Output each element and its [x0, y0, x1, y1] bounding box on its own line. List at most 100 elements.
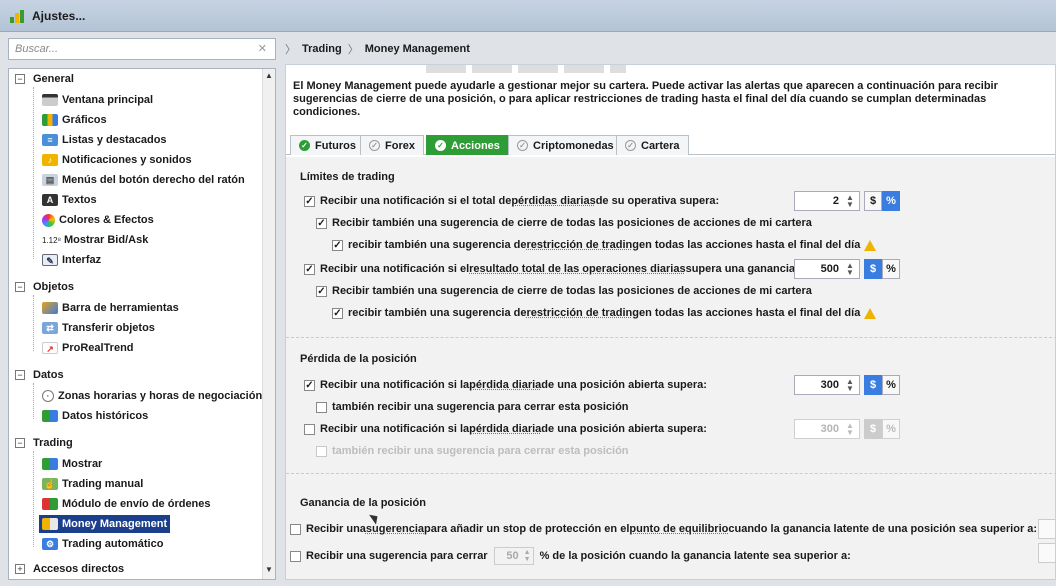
tree-group-trading[interactable]: − Trading	[15, 437, 73, 449]
collapse-icon[interactable]: −	[15, 74, 25, 84]
app-logo-icon	[10, 9, 26, 23]
position-loss-checkbox-2[interactable]	[304, 423, 315, 435]
tree-item-main-window[interactable]: Ventana principal	[39, 91, 156, 109]
position-loss-unit-toggle-2: $%	[864, 419, 900, 439]
tree-item-colors[interactable]: Colores & Efectos	[39, 211, 157, 229]
tree-scrollbar[interactable]: ▲ ▼	[262, 69, 275, 579]
tree-item-bid-ask[interactable]: 1.12⁸ Mostrar Bid/Ask	[39, 231, 151, 249]
check-outline-icon: ✓	[369, 140, 380, 151]
tree-group-objects[interactable]: − Objetos	[15, 281, 74, 293]
daily-gain-close-row: ✓ Recibir también una sugerencia de cierr…	[316, 285, 812, 297]
daily-gain-row: ✓ Recibir una notificación si el resulta…	[304, 263, 815, 275]
unit-dollar-button[interactable]: $	[864, 191, 882, 211]
list-icon: ≡	[42, 134, 58, 146]
tree-item-charts[interactable]: Gráficos	[39, 111, 110, 129]
daily-loss-stepper[interactable]: 2 ▲ ▼	[794, 191, 860, 211]
breadcrumb-trading[interactable]: Trading	[302, 43, 342, 55]
tree-item-manual-trading[interactable]: ☝ Trading manual	[39, 475, 146, 493]
position-loss-close-checkbox[interactable]	[316, 401, 327, 413]
daily-gain-stepper[interactable]: 500 ▲ ▼	[794, 259, 860, 279]
scroll-down-icon[interactable]: ▼	[264, 565, 274, 577]
check-outline-icon: ✓	[517, 140, 528, 151]
position-loss-unit-toggle: $%	[864, 375, 900, 395]
position-loss-checkbox[interactable]: ✓	[304, 379, 315, 391]
breakeven-threshold-input[interactable]	[1038, 519, 1055, 539]
daily-loss-restrict-checkbox[interactable]: ✓	[332, 239, 343, 251]
position-loss-close-row: también recibir una sugerencia para cerr…	[316, 401, 629, 413]
partial-close-threshold-input[interactable]	[1038, 543, 1055, 563]
title-bar: Ajustes...	[0, 0, 1056, 32]
position-loss-stepper-2[interactable]: 300 ▲ ▼	[794, 419, 860, 439]
asset-tabs: ✓ Futuros ✓ Forex ✓ Acciones ✓ Criptomonedas…	[286, 135, 1055, 155]
breakeven-stop-checkbox[interactable]	[290, 523, 301, 535]
partial-close-row: Recibir una sugerencia para cerrar 50 ▲ ▼ …	[290, 547, 851, 565]
daily-loss-checkbox[interactable]: ✓	[304, 195, 315, 207]
section-position-loss: Pérdida de la posición	[300, 353, 417, 365]
tree-item-notifications[interactable]: ♪ Notificaciones y sonidos	[39, 151, 195, 169]
settings-sidebar: Buscar... ✕ ▲ ▼ − General Ventana princip…	[8, 38, 276, 580]
daily-loss-restrict-row: ✓ recibir también una sugerencia de rest…	[332, 239, 877, 251]
partial-close-checkbox[interactable]	[290, 550, 301, 562]
breadcrumb-money-management: Money Management	[364, 43, 470, 55]
daily-loss-close-checkbox[interactable]: ✓	[316, 217, 327, 229]
tab-forex[interactable]: ✓ Forex	[360, 135, 424, 155]
stepper-arrows-icon[interactable]: ▲ ▼	[524, 549, 531, 563]
tab-futures[interactable]: ✓ Futuros	[290, 135, 365, 155]
tree-item-interface[interactable]: ✎ Interfaz	[39, 251, 104, 269]
position-loss-stepper[interactable]: 300 ▲ ▼	[794, 375, 860, 395]
toolbar-icon	[42, 302, 58, 314]
tree-item-texts[interactable]: A Textos	[39, 191, 100, 209]
tree-item-historical-data[interactable]: Datos históricos	[39, 407, 151, 425]
daily-gain-close-checkbox[interactable]: ✓	[316, 285, 327, 297]
tree-item-money-management[interactable]: Money Management	[39, 515, 171, 533]
tree-item-order-module[interactable]: Módulo de envío de órdenes	[39, 495, 214, 513]
unit-percent-button[interactable]: %	[882, 419, 900, 439]
tree-item-context-menus[interactable]: ▤ Menús del botón derecho del ratón	[39, 171, 248, 189]
unit-dollar-button[interactable]: $	[864, 375, 882, 395]
scroll-up-icon[interactable]: ▲	[264, 71, 274, 83]
chevron-right-icon: 〉	[347, 44, 359, 56]
tab-crypto[interactable]: ✓ Criptomonedas	[508, 135, 623, 155]
unit-percent-button[interactable]: %	[882, 375, 900, 395]
collapse-icon[interactable]: −	[15, 370, 25, 380]
clear-search-icon[interactable]: ✕	[258, 42, 267, 55]
tree-group-general[interactable]: − General	[15, 73, 74, 85]
unit-percent-button[interactable]: %	[882, 259, 900, 279]
gears-icon: ⚙	[42, 538, 58, 550]
position-loss-close-checkbox-2[interactable]	[316, 445, 327, 457]
partial-close-percent-stepper[interactable]: 50 ▲ ▼	[493, 547, 534, 565]
tree-item-show[interactable]: Mostrar	[39, 455, 105, 473]
tree-item-time-zones[interactable]: · Zonas horarias y horas de negociación	[39, 387, 265, 405]
bid-ask-icon: 1.12⁸	[42, 235, 61, 245]
tab-portfolio[interactable]: ✓ Cartera	[616, 135, 689, 155]
tree-group-data[interactable]: − Datos	[15, 369, 64, 381]
expand-icon[interactable]: +	[15, 564, 25, 574]
breadcrumb: 〉 Trading 〉 Money Management	[285, 38, 1056, 60]
search-input[interactable]: Buscar... ✕	[8, 38, 276, 60]
stepper-arrows-icon[interactable]: ▲ ▼	[843, 378, 857, 393]
tab-stocks[interactable]: ✓ Acciones	[426, 135, 509, 155]
unit-dollar-button[interactable]: $	[864, 419, 882, 439]
stepper-arrows-icon[interactable]: ▲ ▼	[843, 262, 857, 277]
stepper-arrows-icon[interactable]: ▲ ▼	[843, 194, 857, 209]
daily-gain-restrict-checkbox[interactable]: ✓	[332, 307, 343, 319]
tree-item-toolbar[interactable]: Barra de herramientas	[39, 299, 182, 317]
tree-group-shortcuts[interactable]: + Accesos directos	[15, 563, 124, 575]
window-title: Ajustes...	[32, 8, 86, 23]
divider	[286, 337, 1055, 338]
tree-item-automatic-trading[interactable]: ⚙ Trading automático	[39, 535, 166, 553]
money-management-icon	[42, 518, 58, 530]
section-trading-limits: Límites de trading	[300, 171, 395, 183]
trend-icon: ↗	[42, 342, 58, 354]
daily-gain-checkbox[interactable]: ✓	[304, 263, 315, 275]
clock-icon: ·	[42, 390, 54, 402]
tree-item-prorealtrend[interactable]: ↗ ProRealTrend	[39, 339, 137, 357]
position-loss-row-2: Recibir una notificación si la pérdida d…	[304, 423, 707, 435]
tree-item-lists[interactable]: ≡ Listas y destacados	[39, 131, 170, 149]
stepper-arrows-icon[interactable]: ▲ ▼	[843, 422, 857, 437]
collapse-icon[interactable]: −	[15, 438, 25, 448]
unit-percent-button[interactable]: %	[882, 191, 900, 211]
collapse-icon[interactable]: −	[15, 282, 25, 292]
unit-dollar-button[interactable]: $	[864, 259, 882, 279]
tree-item-transfer-objects[interactable]: ⇄ Transferir objetos	[39, 319, 158, 337]
